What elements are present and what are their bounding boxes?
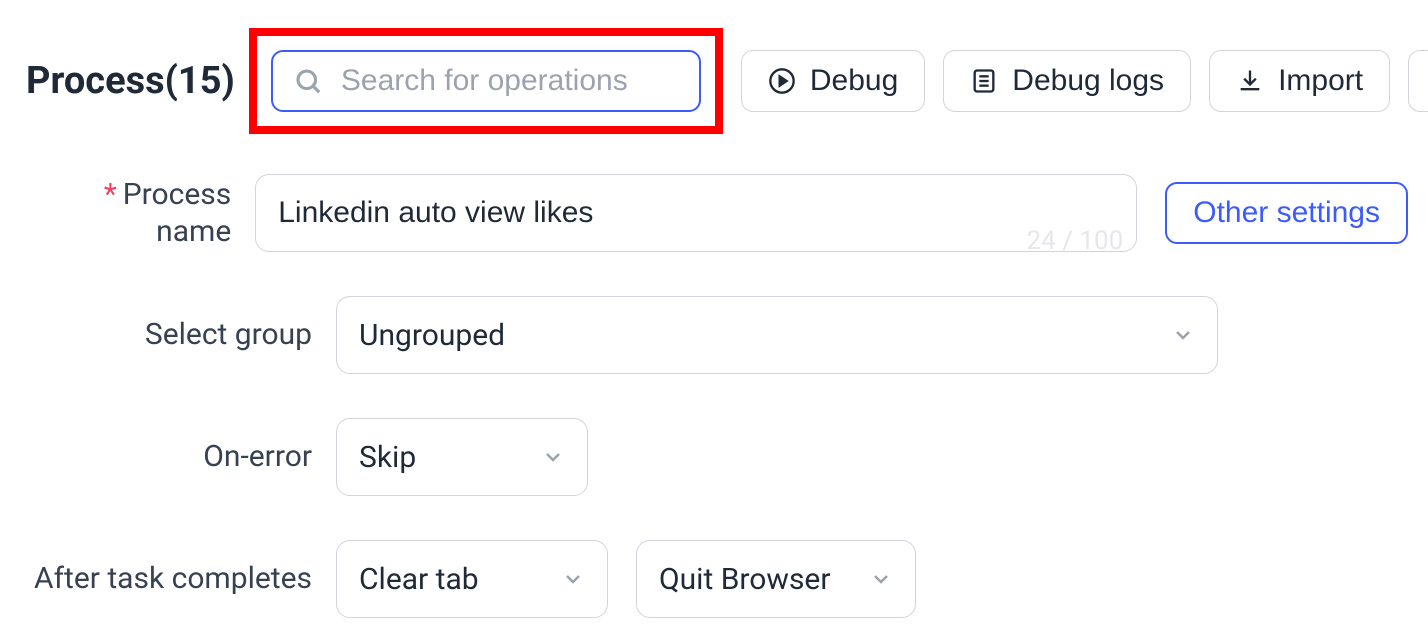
on-error-value: Skip [359, 440, 416, 475]
select-group-dropdown[interactable]: Ungrouped [336, 296, 1218, 374]
play-circle-icon [768, 67, 796, 95]
search-wrap [271, 50, 701, 112]
debug-button[interactable]: Debug [741, 50, 925, 112]
row-after-task: After task completes Clear tab Quit Brow… [26, 540, 1408, 618]
row-on-error: On-error Skip [26, 418, 1408, 496]
label-after-task: After task completes [26, 560, 336, 598]
chevron-down-icon [561, 567, 585, 591]
list-icon [970, 67, 998, 95]
row-process-name: *Process name 24 / 100 Other settings [26, 174, 1408, 252]
label-on-error: On-error [26, 438, 336, 476]
process-name-input[interactable] [255, 174, 1137, 252]
chevron-down-icon [869, 567, 893, 591]
debug-logs-label: Debug logs [1012, 64, 1164, 98]
search-operations-input[interactable] [271, 50, 701, 112]
debug-logs-button[interactable]: Debug logs [943, 50, 1191, 112]
after-task-dropdown-2[interactable]: Quit Browser [636, 540, 916, 618]
export-button[interactable]: Export [1408, 50, 1428, 112]
top-toolbar: Process(15) Debug Debug logs [0, 0, 1428, 134]
search-highlight-box [249, 28, 723, 134]
download-icon [1236, 67, 1264, 95]
label-select-group: Select group [26, 316, 336, 354]
other-settings-button[interactable]: Other settings [1165, 182, 1408, 244]
page-title: Process(15) [26, 59, 235, 103]
search-icon [293, 66, 323, 96]
after-task-value-1: Clear tab [359, 562, 479, 597]
debug-label: Debug [810, 64, 898, 98]
import-button[interactable]: Import [1209, 50, 1390, 112]
row-select-group: Select group Ungrouped [26, 296, 1408, 374]
char-count: 24 / 100 [1027, 226, 1124, 256]
import-label: Import [1278, 64, 1363, 98]
after-task-value-2: Quit Browser [659, 562, 831, 597]
on-error-dropdown[interactable]: Skip [336, 418, 588, 496]
chevron-down-icon [541, 445, 565, 469]
required-star: * [104, 177, 117, 212]
label-process-name: *Process name [26, 176, 255, 251]
process-form: *Process name 24 / 100 Other settings Se… [0, 134, 1428, 618]
chevron-down-icon [1171, 323, 1195, 347]
select-group-value: Ungrouped [359, 318, 505, 353]
after-task-dropdown-1[interactable]: Clear tab [336, 540, 608, 618]
